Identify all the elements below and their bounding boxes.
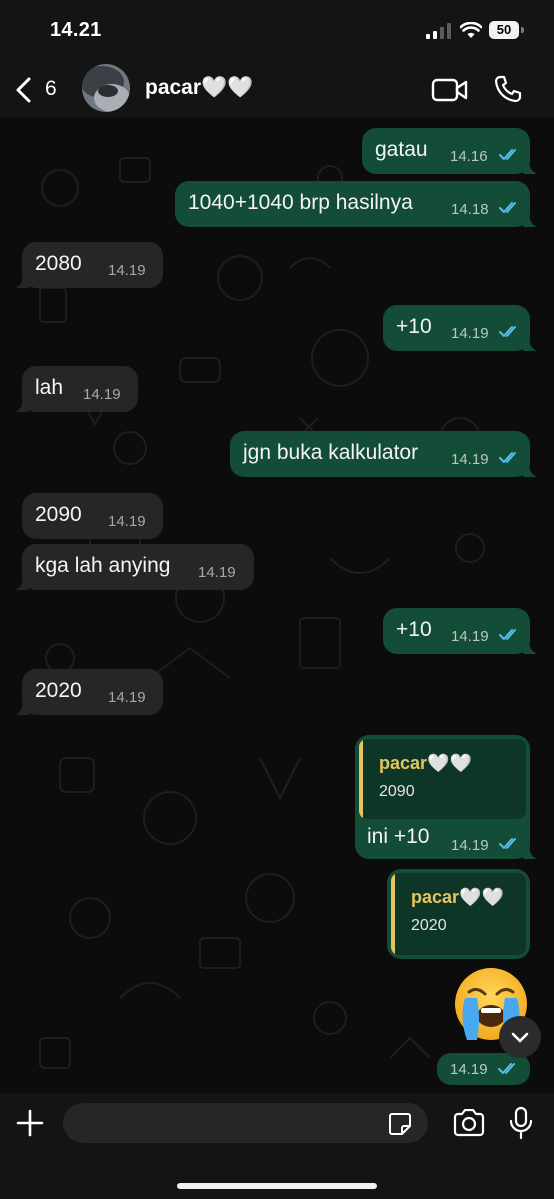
message-time: 14.19 [450,1061,488,1078]
status-bar: 14.21 50 [0,0,554,62]
sticker-icon[interactable] [388,1112,412,1136]
back-unread-count[interactable]: 6 [45,77,57,101]
message-bubble-reply[interactable]: pacar🤍🤍 2020 [387,869,530,959]
message-bubble-incoming[interactable]: 2090 14.19 [22,493,163,539]
battery-nub [521,27,524,33]
double-check-icon [498,1063,515,1074]
quote-author: pacar🤍🤍 [411,887,504,907]
double-check-icon [499,838,516,849]
message-text: +10 [396,315,432,338]
double-check-icon [499,326,516,337]
message-text: ini +10 [367,825,430,848]
plus-icon[interactable] [14,1107,46,1139]
message-text: 2090 [35,503,82,526]
quote-text: 2020 [411,917,447,934]
status-time: 14.21 [50,19,102,41]
message-time: 14.19 [108,513,146,530]
message-text: +10 [396,618,432,641]
message-time: 14.19 [451,628,489,645]
message-time: 14.19 [108,689,146,706]
message-text: kga lah anying [35,554,171,577]
signal-icon [426,23,451,39]
message-text: 1040+1040 brp hasilnya [188,191,413,214]
message-bubble-reply[interactable]: pacar🤍🤍 2090 ini +10 14.19 [355,735,537,859]
home-indicator [177,1183,377,1189]
quote-author: pacar🤍🤍 [379,753,472,773]
quoted-message[interactable]: pacar🤍🤍 2090 [359,739,526,819]
message-bubble-outgoing[interactable]: +10 14.19 [383,305,537,351]
scroll-to-bottom-button[interactable] [499,1016,541,1058]
message-time: 14.19 [451,837,489,854]
message-time: 14.19 [451,451,489,468]
camera-icon[interactable] [452,1109,486,1137]
phone-icon[interactable] [493,74,523,104]
chat-header: 6 pacar🤍🤍 [0,62,554,118]
message-bubble-outgoing[interactable]: 1040+1040 brp hasilnya 14.18 [175,181,537,227]
message-time: 14.19 [83,386,121,403]
message-bubble-incoming[interactable]: lah 14.19 [15,366,138,412]
message-text: gatau [375,138,428,161]
message-bubble-incoming[interactable]: kga lah anying 14.19 [15,544,254,590]
message-text: 2020 [35,679,82,702]
message-time: 14.18 [451,201,489,218]
message-bubble-incoming[interactable]: 2020 14.19 [15,669,163,715]
chevron-left-icon[interactable] [14,76,34,104]
video-icon[interactable] [431,76,469,104]
double-check-icon [499,452,516,463]
contact-name[interactable]: pacar🤍🤍 [145,76,253,100]
quote-accent-bar [359,739,363,819]
avatar[interactable] [82,64,130,112]
message-text: 2080 [35,252,82,275]
message-time: 14.19 [451,325,489,342]
chevron-down-icon [511,1032,529,1043]
double-check-icon [499,629,516,640]
mic-icon[interactable] [509,1106,533,1140]
message-time: 14.16 [450,148,488,165]
quote-accent-bar [391,873,395,955]
battery-icon: 50 [489,21,519,39]
message-text: jgn buka kalkulator [243,441,419,464]
wifi-icon [460,22,482,38]
double-check-icon [499,202,516,213]
message-input[interactable] [63,1103,428,1143]
message-time: 14.19 [198,564,236,581]
message-text: lah [35,376,64,399]
message-bubble-outgoing[interactable]: jgn buka kalkulator 14.19 [230,431,537,477]
message-bubble-outgoing[interactable]: gatau 14.16 [362,128,537,174]
quoted-message[interactable]: pacar🤍🤍 2020 [391,873,526,955]
message-bubble-outgoing[interactable]: +10 14.19 [383,608,537,654]
message-time: 14.19 [108,262,146,279]
quote-text: 2090 [379,783,415,800]
chat-area[interactable]: gatau 14.16 1040+1040 brp hasilnya 14.18… [0,118,554,1093]
message-bubble-incoming[interactable]: 2080 14.19 [15,242,163,288]
message-composer [0,1093,554,1199]
double-check-icon [499,149,516,160]
